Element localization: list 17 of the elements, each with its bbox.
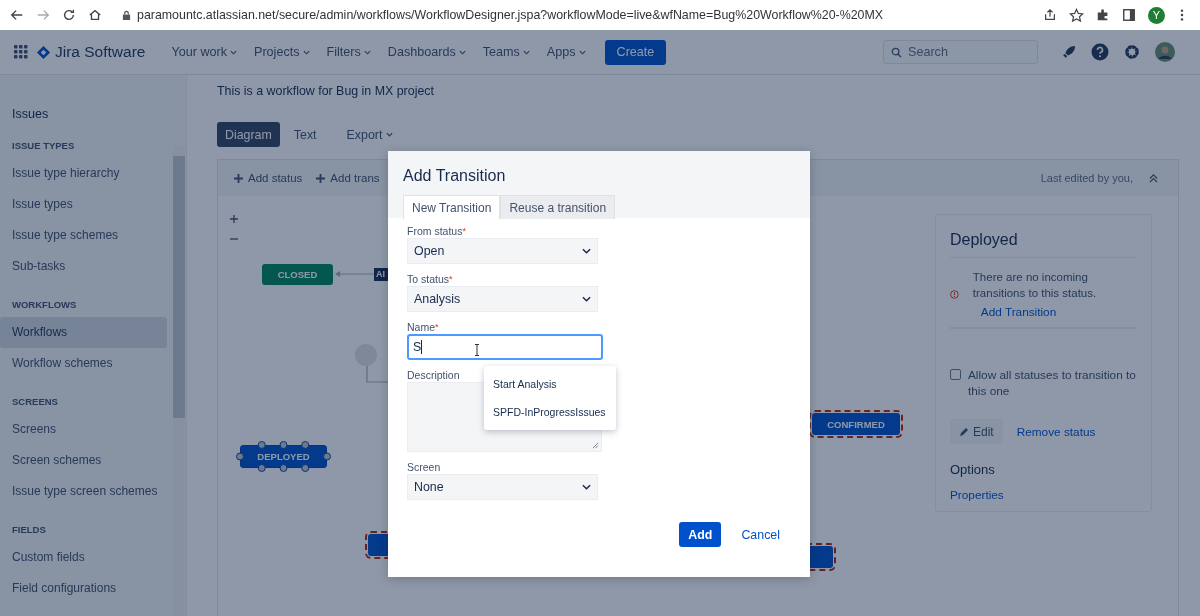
field-label: Description xyxy=(407,368,460,382)
section-title: ISSUE TYPES xyxy=(11,140,76,152)
field-label: Screen xyxy=(407,460,441,474)
checkbox-label: Allow all statuses to transition to this one xyxy=(968,367,1137,399)
workflow-description: This is a workflow for Bug in MX project xyxy=(217,83,435,99)
field-label: Name* xyxy=(407,320,439,334)
field-label: From status* xyxy=(407,224,466,238)
panel-title: Deployed xyxy=(950,231,1137,258)
field-label: To status* xyxy=(407,272,453,286)
sidebar-heading: Issues xyxy=(11,106,50,123)
section-title: FIELDS xyxy=(11,524,47,536)
last-edited-text: Last edited by you, xyxy=(1040,172,1133,184)
section-title: SCREENS xyxy=(11,396,59,408)
section-title: WORKFLOWS xyxy=(11,299,78,311)
options-heading: Options xyxy=(950,462,996,477)
dialog-title: Add Transition xyxy=(403,167,507,185)
warning-text: There are no incoming transitions to this status. xyxy=(972,270,1098,301)
